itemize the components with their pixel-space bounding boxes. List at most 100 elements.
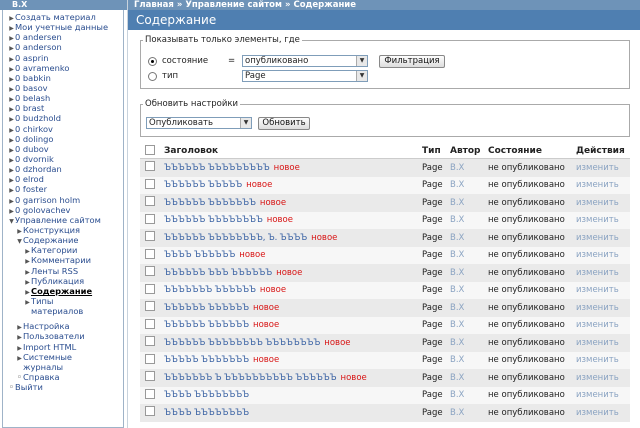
sidebar-item[interactable]: ▶0 dubov (3, 144, 123, 154)
sidebar-item[interactable]: ▶Мои учетные данные (3, 22, 123, 32)
row-author-link[interactable]: B.X (450, 268, 464, 278)
sidebar-item[interactable]: ▶0 basov (3, 83, 123, 93)
row-edit-link[interactable]: изменить (576, 338, 619, 348)
row-checkbox[interactable] (145, 283, 155, 294)
sidebar-item[interactable]: ▶Ленты RSS (3, 266, 123, 276)
sidebar-item[interactable]: ▶Настройка (3, 321, 123, 331)
row-author-link[interactable]: B.X (450, 180, 464, 190)
status-radio[interactable] (148, 56, 157, 66)
row-author-link[interactable]: B.X (450, 373, 464, 383)
row-author-link[interactable]: B.X (450, 163, 464, 173)
row-title-link[interactable]: ЪЪЪЪ ЪЪЪЪЪЪЪЪ (164, 408, 249, 418)
row-author-link[interactable]: B.X (450, 285, 464, 295)
row-title-link[interactable]: ЪЪЪЪЪЪЪ ЪЪЪЪЪЪ (164, 285, 256, 295)
row-title-link[interactable]: ЪЪЪЪ ЪЪЪЪЪЪ (164, 250, 235, 260)
type-radio[interactable] (148, 71, 157, 81)
row-title-link[interactable]: ЪЪЪЪЪЪ ЪЪЪЪЪЪЪЪ ЪЪЪЪЪЪЪЪ (164, 338, 320, 348)
sidebar-item[interactable]: ▶0 dvornik (3, 154, 123, 164)
sidebar-item[interactable]: ▶0 babkin (3, 73, 123, 83)
row-title-link[interactable]: ЪЪЪЪЪЪЪ Ъ ЪЪЪЪЪЪЪЪЪЪ ЪЪЪЪЪЪ (164, 373, 337, 383)
row-checkbox[interactable] (145, 318, 155, 329)
row-edit-link[interactable]: изменить (576, 303, 619, 313)
sidebar-item[interactable]: ▶Содержание (3, 286, 123, 296)
sidebar-item[interactable]: ▶0 golovachev (3, 205, 123, 215)
row-checkbox[interactable] (145, 161, 155, 172)
row-title-link[interactable]: ЪЪЪЪЪЪ ЪЪЪЪЪЪЪЪ, Ъ. ЪЪЪЪ (164, 233, 307, 243)
sidebar-item[interactable]: ▶Комментарии (3, 255, 123, 265)
sidebar-item[interactable]: ▶0 andersen (3, 32, 123, 42)
row-edit-link[interactable]: изменить (576, 373, 619, 383)
row-edit-link[interactable]: изменить (576, 250, 619, 260)
sidebar-item[interactable]: ▶0 foster (3, 184, 123, 194)
row-checkbox[interactable] (145, 388, 155, 399)
row-edit-link[interactable]: изменить (576, 355, 619, 365)
row-checkbox[interactable] (145, 196, 155, 207)
row-title-link[interactable]: ЪЪЪЪЪ ЪЪЪЪЪЪЪ (164, 355, 249, 365)
row-title-link[interactable]: ЪЪЪЪЪЪ ЪЪЪЪЪЪЪЪ (164, 215, 263, 225)
row-title-link[interactable]: ЪЪЪЪ ЪЪЪЪЪЪЪЪ (164, 390, 249, 400)
row-title-link[interactable]: ЪЪЪЪЪЪ ЪЪЪЪЪЪЪ (164, 198, 256, 208)
breadcrumb-home[interactable]: Главная (134, 0, 174, 10)
row-edit-link[interactable]: изменить (576, 408, 619, 418)
row-title-link[interactable]: ЪЪЪЪЪЪ ЪЪЪЪЪ (164, 180, 242, 190)
row-title-link[interactable]: ЪЪЪЪЪЪ ЪЪЪЪЪЪЪЪЪ (164, 163, 270, 173)
sidebar-item[interactable]: ▶Типы материалов (3, 296, 123, 316)
row-edit-link[interactable]: изменить (576, 390, 619, 400)
sidebar-item[interactable]: ▶0 avramenko (3, 63, 123, 73)
sidebar-item[interactable]: ▶0 belash (3, 93, 123, 103)
sidebar-item[interactable]: ▼Управление сайтом (3, 215, 123, 225)
row-author-link[interactable]: B.X (450, 338, 464, 348)
sidebar-item[interactable]: ◦Справка (3, 372, 123, 383)
sidebar-item[interactable]: ▶Конструкция (3, 225, 123, 235)
row-checkbox[interactable] (145, 336, 155, 347)
row-checkbox[interactable] (145, 301, 155, 312)
sidebar-item[interactable]: ▶0 anderson (3, 42, 123, 52)
row-author-link[interactable]: B.X (450, 390, 464, 400)
bulk-action-select[interactable]: Опубликовать ▼ (146, 117, 252, 129)
row-checkbox[interactable] (145, 266, 155, 277)
row-checkbox[interactable] (145, 353, 155, 364)
sidebar-item[interactable]: ▼Содержание (3, 235, 123, 245)
row-edit-link[interactable]: изменить (576, 180, 619, 190)
row-checkbox[interactable] (145, 231, 155, 242)
row-author-link[interactable]: B.X (450, 355, 464, 365)
row-edit-link[interactable]: изменить (576, 285, 619, 295)
sidebar-item[interactable]: ▶Создать материал (3, 12, 123, 22)
sidebar-item[interactable]: ▶0 asprin (3, 53, 123, 63)
row-title-link[interactable]: ЪЪЪЪЪЪ ЪЪЪЪЪЪ (164, 320, 249, 330)
sidebar-item[interactable]: ▶Пользователи (3, 331, 123, 341)
row-checkbox[interactable] (145, 406, 155, 417)
row-edit-link[interactable]: изменить (576, 233, 619, 243)
sidebar-item[interactable]: ▶Системные журналы (3, 352, 123, 372)
row-edit-link[interactable]: изменить (576, 320, 619, 330)
filter-button[interactable]: Фильтрация (379, 55, 445, 68)
row-author-link[interactable]: B.X (450, 215, 464, 225)
row-title-link[interactable]: ЪЪЪЪЪЪ ЪЪЪ ЪЪЪЪЪЪ (164, 268, 272, 278)
row-checkbox[interactable] (145, 178, 155, 189)
row-checkbox[interactable] (145, 371, 155, 382)
sidebar-item[interactable]: ◦Выйти (3, 382, 123, 393)
row-edit-link[interactable]: изменить (576, 198, 619, 208)
update-button[interactable]: Обновить (258, 117, 310, 130)
sidebar-item[interactable]: ▶Публикация (3, 276, 123, 286)
row-edit-link[interactable]: изменить (576, 215, 619, 225)
header-select-all[interactable] (140, 144, 162, 159)
sidebar-item[interactable]: ▶Категории (3, 245, 123, 255)
breadcrumb-admin[interactable]: Управление сайтом (185, 0, 282, 10)
sidebar-item[interactable]: ▶Import HTML (3, 342, 123, 352)
row-author-link[interactable]: B.X (450, 233, 464, 243)
sidebar-item[interactable]: ▶0 brast (3, 103, 123, 113)
header-author[interactable]: Автор (448, 144, 486, 159)
row-author-link[interactable]: B.X (450, 408, 464, 418)
row-checkbox[interactable] (145, 213, 155, 224)
status-select[interactable]: опубликовано ▼ (242, 55, 368, 67)
row-author-link[interactable]: B.X (450, 250, 464, 260)
select-all-checkbox[interactable] (145, 144, 155, 155)
header-type[interactable]: Тип (420, 144, 448, 159)
row-author-link[interactable]: B.X (450, 198, 464, 208)
row-title-link[interactable]: ЪЪЪЪЪЪ ЪЪЪЪЪЪ (164, 303, 249, 313)
row-edit-link[interactable]: изменить (576, 268, 619, 278)
sidebar-item[interactable]: ▶0 elrod (3, 174, 123, 184)
sidebar-item[interactable]: ▶0 dzhordan (3, 164, 123, 174)
sidebar-item[interactable]: ▶0 garrison holm (3, 195, 123, 205)
